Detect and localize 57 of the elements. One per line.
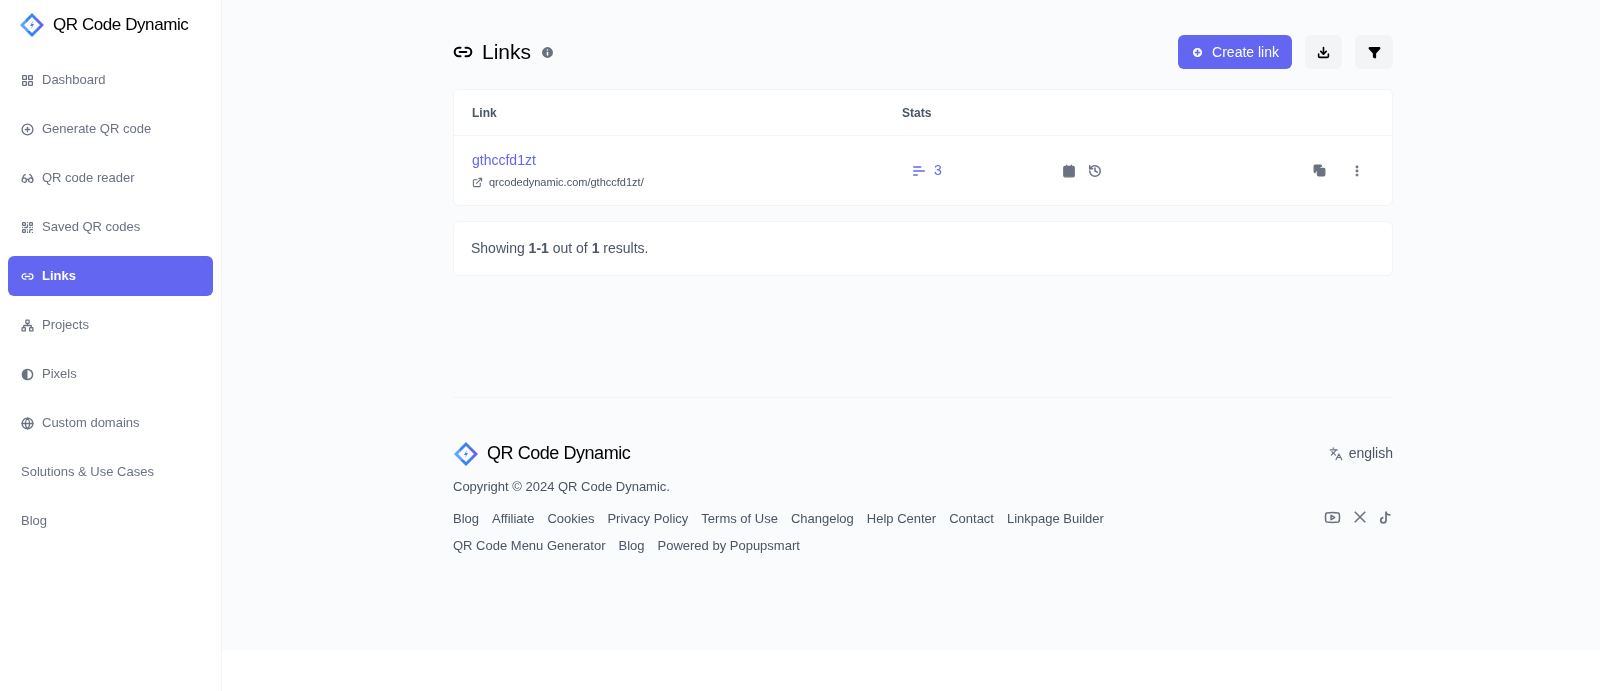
sidebar-item[interactable]: QR code reader (8, 158, 213, 198)
sidebar-item[interactable]: Links (8, 256, 213, 296)
sidebar-item[interactable]: Pixels (8, 354, 213, 394)
plus-circle-icon (21, 122, 34, 136)
footer-link[interactable]: Contact (949, 508, 994, 528)
logo-icon (453, 440, 479, 467)
footer-link[interactable]: Help Center (866, 508, 937, 528)
info-icon[interactable] (540, 44, 556, 60)
footer-link[interactable]: Blog (618, 536, 645, 556)
calendar-icon[interactable] (1062, 163, 1076, 178)
column-header: Stats (902, 104, 932, 122)
language-icon (1328, 446, 1343, 461)
footer-link[interactable]: Affiliate (492, 508, 535, 528)
footer-link[interactable]: Terms of Use (701, 508, 778, 528)
footer-link[interactable]: Changelog (790, 508, 854, 528)
sidebar-item[interactable]: Solutions & Use Cases (8, 452, 213, 492)
grid-icon (21, 73, 34, 87)
plus-circle-icon (1191, 45, 1205, 59)
sidebar-item[interactable]: Custom domains (8, 403, 213, 443)
link-name[interactable]: gthccfd1zt (472, 150, 912, 172)
link-url[interactable]: qrcodedynamic.com/gthccfd1zt/ (489, 174, 644, 191)
pagination-summary: Showing 1-1 out of 1 results. (471, 239, 649, 258)
stats-link[interactable]: 3 (912, 160, 1062, 181)
globe-icon (21, 416, 34, 430)
footer-link[interactable]: Powered by Popupsmart (657, 536, 800, 556)
glasses-icon (21, 171, 34, 185)
music-note-icon[interactable] (1379, 509, 1393, 525)
column-header: Link (472, 104, 498, 122)
language-selector[interactable]: english (1328, 443, 1393, 464)
download-button[interactable] (1305, 35, 1342, 69)
filter-button[interactable] (1355, 35, 1393, 69)
sidebar-item[interactable]: Dashboard (8, 60, 213, 100)
sidebar-item[interactable]: Projects (8, 305, 213, 345)
half-circle-icon (21, 367, 34, 381)
footer-link[interactable]: QR Code Menu Generator (453, 536, 606, 556)
copy-icon[interactable] (1313, 164, 1326, 177)
bar-chart-icon (912, 163, 926, 178)
footer-link[interactable]: Privacy Policy (607, 508, 689, 528)
download-icon (1317, 45, 1330, 59)
copyright-text: Copyright © 2024 QR Code Dynamic. (453, 478, 671, 496)
page-title: Links (482, 39, 532, 66)
sidebar-item[interactable]: Generate QR code (8, 109, 213, 149)
footer-link[interactable]: Cookies (547, 508, 595, 528)
footer-link[interactable]: Linkpage Builder (1007, 508, 1104, 528)
brand-name: QR Code Dynamic (53, 14, 189, 37)
history-icon[interactable] (1088, 163, 1102, 178)
filter-icon (1367, 45, 1381, 59)
qr-icon (21, 220, 34, 234)
brand-name: QR Code Dynamic (487, 442, 631, 465)
sidebar-item[interactable]: Blog (8, 501, 213, 541)
external-link-icon[interactable] (472, 177, 483, 188)
nodes-icon (21, 318, 34, 332)
sidebar-item[interactable]: Saved QR codes (8, 207, 213, 247)
logo-icon (19, 12, 45, 38)
create-link-button[interactable]: Create link (1178, 35, 1292, 69)
footer-link[interactable]: Blog (453, 508, 480, 528)
x-icon[interactable] (1353, 510, 1367, 524)
